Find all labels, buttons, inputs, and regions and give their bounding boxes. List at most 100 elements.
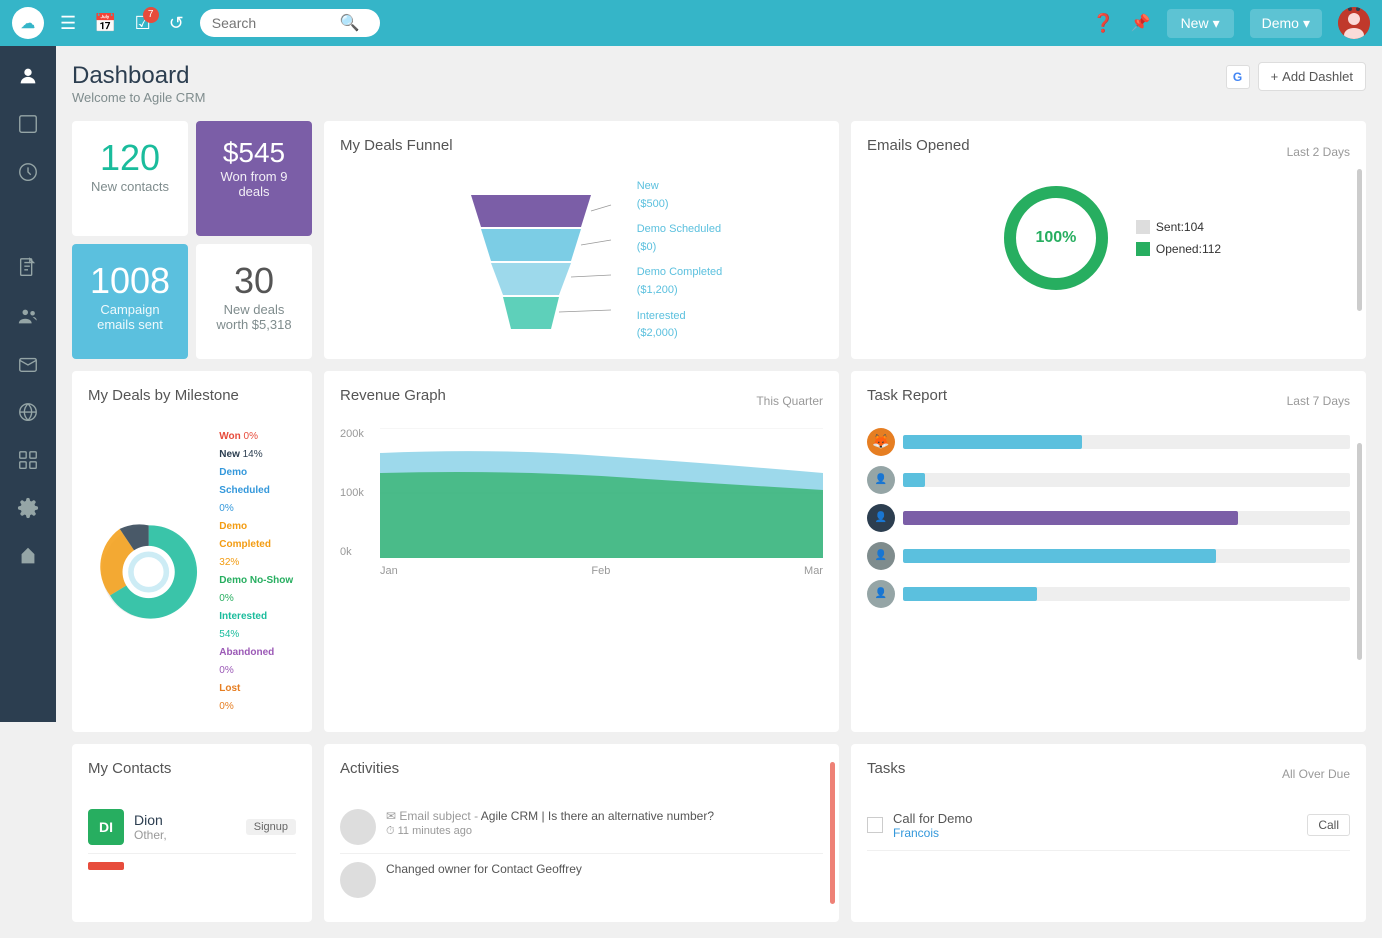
emails-title: Emails Opened (867, 137, 970, 154)
sidebar-item-teams[interactable] (6, 294, 50, 338)
pin-icon[interactable]: 📌 (1131, 13, 1151, 33)
new-contacts-label: New contacts (88, 179, 172, 194)
dashboard-actions: G + Add Dashlet (1226, 62, 1366, 91)
task-avatar-1: 🦊 (867, 428, 895, 456)
funnel-label-new: New($500) (637, 178, 723, 213)
activity-row-1: ✉ Email subject - Agile CRM | Is there a… (340, 801, 823, 854)
task-report-header: Task Report Last 7 Days (867, 387, 1350, 416)
activity-text-1: ✉ Email subject - Agile CRM | Is there a… (386, 809, 823, 823)
dashboard-title: Dashboard Welcome to Agile CRM (72, 62, 205, 105)
revenue-title: Revenue Graph (340, 387, 446, 404)
milestone-content: Won 0% New 14% Demo Scheduled0% Demo Com… (88, 428, 296, 716)
funnel-label-demo-completed: Demo Completed($1,200) (637, 264, 723, 299)
activity-content-1: ✉ Email subject - Agile CRM | Is there a… (386, 809, 823, 845)
task-text-1: Call for Demo (893, 811, 1297, 826)
funnel-label-interested: Interested($2,000) (637, 308, 723, 343)
new-button[interactable]: New ▾ (1167, 9, 1234, 38)
task-bar-2 (903, 473, 925, 487)
sidebar-item-reports2[interactable] (6, 438, 50, 482)
task-avatar-4: 👤 (867, 542, 895, 570)
history-icon[interactable]: ↺ (169, 13, 184, 34)
nav-right: ❓ 📌 New ▾ Demo ▾ (1092, 7, 1370, 39)
sidebar-item-web[interactable] (6, 390, 50, 434)
bottom-row: My Contacts DI Dion Other, Signup Activi… (72, 744, 1366, 922)
task-row-5: 👤 (867, 580, 1350, 608)
task-avatar-3: 👤 (867, 504, 895, 532)
ml-abandoned: Abandoned0% (219, 644, 296, 680)
task-bar-3 (903, 511, 1238, 525)
plus-icon: + (1271, 69, 1279, 84)
emails-opened-widget: Emails Opened Last 2 Days 100% Sent:104 (851, 121, 1366, 359)
contacts-header: My Contacts (88, 760, 296, 789)
main-content: Dashboard Welcome to Agile CRM G + Add D… (56, 46, 1382, 938)
task-row-4: 👤 (867, 542, 1350, 570)
won-label: Won from 9 deals (212, 169, 296, 199)
activity-avatar-2 (340, 862, 376, 898)
campaign-emails-card: 1008 Campaign emails sent (72, 244, 188, 359)
activities-header: Activities (340, 760, 823, 789)
activity-time-1: ⏱ 11 minutes ago (386, 825, 823, 838)
y-200k: 200k (340, 428, 364, 440)
task-bar-container-4 (903, 549, 1350, 563)
calendar-icon[interactable]: 📅 (94, 13, 116, 34)
activity-row-2: Changed owner for Contact Geoffrey (340, 854, 823, 906)
funnel-label-demo-scheduled: Demo Scheduled($0) (637, 221, 723, 256)
app-logo[interactable]: ☁ (12, 7, 44, 39)
y-100k: 100k (340, 487, 364, 499)
new-deals-card: 30 New deals worth $5,318 (196, 244, 312, 359)
task-row-3: 👤 (867, 504, 1350, 532)
legend-sent-color (1136, 220, 1150, 234)
donut-chart: 100% (996, 178, 1116, 298)
menu-icon[interactable]: ☰ (60, 13, 76, 34)
task-bar-5 (903, 587, 1037, 601)
task-row-1: 🦊 (867, 428, 1350, 456)
new-contacts-card: 120 New contacts (72, 121, 188, 236)
funnel-labels: New($500) Demo Scheduled($0) Demo Comple… (637, 178, 723, 343)
task-call-button-1[interactable]: Call (1307, 814, 1350, 836)
task-bar-container-5 (903, 587, 1350, 601)
legend-sent: Sent:104 (1136, 220, 1221, 234)
help-icon[interactable]: ❓ (1092, 13, 1114, 34)
user-avatar[interactable] (1338, 7, 1370, 39)
new-deals-label: New deals worth $5,318 (212, 302, 296, 332)
sidebar-item-settings[interactable] (6, 486, 50, 530)
sidebar-item-contacts[interactable] (6, 54, 50, 98)
tasks-badge: 7 (143, 7, 159, 23)
search-icon: 🔍 (340, 13, 360, 33)
contact-row-2 (88, 854, 296, 878)
search-input[interactable] (212, 15, 332, 31)
emails-header: Emails Opened Last 2 Days (867, 137, 1350, 166)
campaign-emails-number: 1008 (88, 260, 172, 302)
sidebar-item-reports[interactable] (6, 102, 50, 146)
task-avatar-5: 👤 (867, 580, 895, 608)
donut-chart-container: 100% Sent:104 Opened:112 (867, 178, 1350, 298)
sidebar-item-deals[interactable] (6, 150, 50, 194)
contact-sub-1: Other, (134, 828, 236, 842)
google-icon[interactable]: G (1226, 65, 1250, 89)
revenue-chart: 200k 100k 0k Jan F (340, 428, 823, 588)
demo-button[interactable]: Demo ▾ (1250, 9, 1322, 38)
left-sidebar (0, 46, 56, 722)
task-report-title: Task Report (867, 387, 947, 404)
task-bar-4 (903, 549, 1216, 563)
contact-info-1: Dion Other, (134, 812, 236, 842)
legend-opened-label: Opened:112 (1156, 242, 1221, 256)
milestone-header: My Deals by Milestone (88, 387, 296, 416)
search-bar[interactable]: 🔍 (200, 9, 380, 37)
sidebar-item-analytics[interactable] (6, 534, 50, 578)
revenue-header: Revenue Graph This Quarter (340, 387, 823, 416)
add-dashlet-button[interactable]: + Add Dashlet (1258, 62, 1366, 91)
sidebar-item-files[interactable] (6, 198, 50, 242)
contact-row-1: DI Dion Other, Signup (88, 801, 296, 854)
tasks-icon[interactable]: ☑ 7 (135, 13, 151, 34)
won-deals-card: $545 Won from 9 deals (196, 121, 312, 236)
task-item-content: Call for Demo Francois (893, 811, 1297, 840)
x-mar: Mar (804, 565, 823, 577)
task-checkbox-1[interactable] (867, 817, 883, 833)
top-navigation: ☁ ☰ 📅 ☑ 7 ↺ 🔍 ❓ 📌 New ▾ Demo ▾ (0, 0, 1382, 46)
tasks-widget: Tasks All Over Due Call for Demo Francoi… (851, 744, 1366, 922)
ml-lost: Lost0% (219, 680, 296, 716)
sidebar-item-documents[interactable] (6, 246, 50, 290)
activity-content-2: Changed owner for Contact Geoffrey (386, 862, 823, 898)
sidebar-item-messages[interactable] (6, 342, 50, 386)
